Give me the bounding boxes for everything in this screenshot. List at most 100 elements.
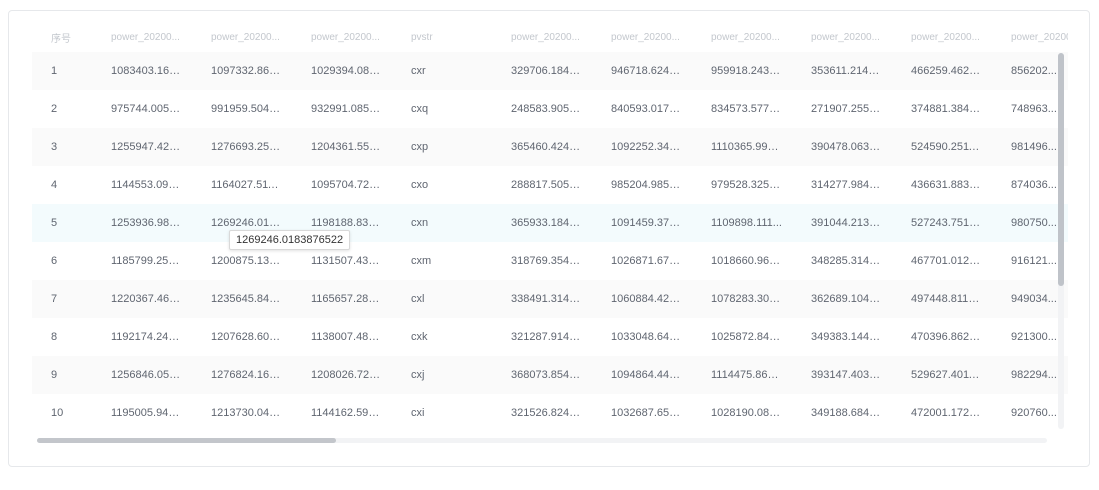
table-cell[interactable]: 1095704.723...	[292, 166, 392, 204]
row-index-cell[interactable]: 5	[32, 204, 92, 242]
table-cell[interactable]: 946718.6246...	[592, 52, 692, 90]
table-cell[interactable]: 980750...	[992, 204, 1068, 242]
table-row[interactable]: 8 1192174.240... 1207628.600... 1138007.481…	[32, 318, 1068, 356]
table-cell[interactable]: 1018660.964...	[692, 242, 792, 280]
table-cell[interactable]: 1033048.644...	[592, 318, 692, 356]
table-cell[interactable]: 321287.9148...	[492, 318, 592, 356]
column-header[interactable]: power_20200...	[492, 23, 592, 52]
table-cell[interactable]: 390478.0636...	[792, 128, 892, 166]
table-cell[interactable]: 1213730.040...	[192, 394, 292, 432]
table-cell[interactable]: 349188.6844...	[792, 394, 892, 432]
table-cell[interactable]: 1110365.992...	[692, 128, 792, 166]
table-row[interactable]: 6 1185799.251... 1200875.130... 1131507.431…	[32, 242, 1068, 280]
table-row[interactable]: 5 1253936.989... 1269246.018... 1198188.839…	[32, 204, 1068, 242]
table-cell[interactable]: 981496...	[992, 128, 1068, 166]
table-cell[interactable]: 374881.3840...	[892, 90, 992, 128]
table-cell[interactable]: 349383.1443...	[792, 318, 892, 356]
column-header[interactable]: power_20200...	[292, 23, 392, 52]
row-index-cell[interactable]: 9	[32, 356, 92, 394]
table-cell[interactable]: 1207628.600...	[192, 318, 292, 356]
table-row[interactable]: 1 1083403.161... 1097332.860... 1029394.082…	[32, 52, 1068, 90]
row-index-cell[interactable]: 10	[32, 394, 92, 432]
row-index-cell[interactable]: 1	[32, 52, 92, 90]
table-cell[interactable]: 982294...	[992, 356, 1068, 394]
table-cell[interactable]: 840593.0174...	[592, 90, 692, 128]
table-cell[interactable]: 1025872.844...	[692, 318, 792, 356]
table-cell[interactable]: 1092252.342...	[592, 128, 692, 166]
table-cell[interactable]: 1235645.840...	[192, 280, 292, 318]
table-cell[interactable]: 1253936.989...	[92, 204, 192, 242]
horizontal-scrollbar-thumb[interactable]	[37, 438, 336, 443]
table-cell[interactable]: 1276824.168...	[192, 356, 292, 394]
table-cell[interactable]: 1094864.442...	[592, 356, 692, 394]
table-cell[interactable]: 393147.4036...	[792, 356, 892, 394]
table-cell[interactable]: 1028190.084...	[692, 394, 792, 432]
table-cell[interactable]: 1204361.559...	[292, 128, 392, 166]
row-index-cell[interactable]: 4	[32, 166, 92, 204]
table-cell[interactable]: 368073.8540...	[492, 356, 592, 394]
table-cell[interactable]: 1032687.654...	[592, 394, 692, 432]
table-cell[interactable]: 1097332.860...	[192, 52, 292, 90]
table-cell[interactable]: 921300...	[992, 318, 1068, 356]
table-cell[interactable]: 932991.0852...	[292, 90, 392, 128]
table-row[interactable]: 7 1220367.460... 1235645.840... 1165657.281…	[32, 280, 1068, 318]
table-cell[interactable]: 1165657.281...	[292, 280, 392, 318]
table-cell[interactable]: 391044.2138...	[792, 204, 892, 242]
table-cell[interactable]: cxl	[392, 280, 492, 318]
column-header[interactable]: power_20200...	[592, 23, 692, 52]
table-cell[interactable]: 1255947.429...	[92, 128, 192, 166]
table-cell[interactable]: 365460.4241...	[492, 128, 592, 166]
table-cell[interactable]: 365933.1841...	[492, 204, 592, 242]
table-cell[interactable]: 1144553.092...	[92, 166, 192, 204]
table-cell[interactable]: cxr	[392, 52, 492, 90]
table-viewport[interactable]: 序号 power_20200... power_20200... power_2…	[32, 23, 1068, 443]
table-cell[interactable]: 1083403.161...	[92, 52, 192, 90]
table-cell[interactable]: 527243.7513...	[892, 204, 992, 242]
table-cell[interactable]: cxm	[392, 242, 492, 280]
column-header[interactable]: power_20200...	[192, 23, 292, 52]
table-cell[interactable]: 1220367.460...	[92, 280, 192, 318]
row-index-cell[interactable]: 2	[32, 90, 92, 128]
table-cell[interactable]: 991959.5043...	[192, 90, 292, 128]
table-cell[interactable]: 329706.1848...	[492, 52, 592, 90]
table-cell[interactable]: 1026871.674...	[592, 242, 692, 280]
table-cell[interactable]: 353611.2144...	[792, 52, 892, 90]
table-row[interactable]: 9 1256846.059... 1276824.168... 1208026.720…	[32, 356, 1068, 394]
table-cell[interactable]: 1144162.591...	[292, 394, 392, 432]
table-cell[interactable]: 1029394.082...	[292, 52, 392, 90]
table-cell[interactable]: 1195005.940...	[92, 394, 192, 432]
table-cell[interactable]: 1060884.423...	[592, 280, 692, 318]
table-cell[interactable]: 321526.8249...	[492, 394, 592, 432]
table-cell[interactable]: cxq	[392, 90, 492, 128]
horizontal-scrollbar[interactable]	[37, 438, 1047, 443]
table-cell[interactable]: 524590.2511...	[892, 128, 992, 166]
table-row[interactable]: 4 1144553.092... 1164027.511... 1095704.723…	[32, 166, 1068, 204]
table-cell[interactable]: 1208026.720...	[292, 356, 392, 394]
table-cell[interactable]: 466259.4625...	[892, 52, 992, 90]
row-index-cell[interactable]: 6	[32, 242, 92, 280]
row-index-cell[interactable]: 3	[32, 128, 92, 166]
column-header[interactable]: power_20200...	[92, 23, 192, 52]
column-header[interactable]: power_20200...	[692, 23, 792, 52]
table-cell[interactable]: 288817.5052...	[492, 166, 592, 204]
table-cell[interactable]: cxi	[392, 394, 492, 432]
vertical-scrollbar[interactable]	[1058, 53, 1064, 429]
table-cell[interactable]: 1276693.258...	[192, 128, 292, 166]
table-cell[interactable]: 834573.5775...	[692, 90, 792, 128]
table-cell[interactable]: 436631.8831...	[892, 166, 992, 204]
table-cell[interactable]: 920760...	[992, 394, 1068, 432]
table-cell[interactable]: 271907.2555...	[792, 90, 892, 128]
table-cell[interactable]: 248583.9059...	[492, 90, 592, 128]
table-cell[interactable]: 362689.1042...	[792, 280, 892, 318]
column-header-pvstr[interactable]: pvstr	[392, 23, 492, 52]
table-cell[interactable]: 975744.0054...	[92, 90, 192, 128]
column-header[interactable]: power_20200...	[892, 23, 992, 52]
table-cell[interactable]: cxo	[392, 166, 492, 204]
table-cell[interactable]: 348285.3144...	[792, 242, 892, 280]
table-cell[interactable]: cxj	[392, 356, 492, 394]
row-index-cell[interactable]: 8	[32, 318, 92, 356]
table-cell[interactable]: 314277.9848...	[792, 166, 892, 204]
vertical-scrollbar-thumb[interactable]	[1058, 53, 1064, 286]
table-cell[interactable]: 959918.2438...	[692, 52, 792, 90]
table-cell[interactable]: 1164027.511...	[192, 166, 292, 204]
